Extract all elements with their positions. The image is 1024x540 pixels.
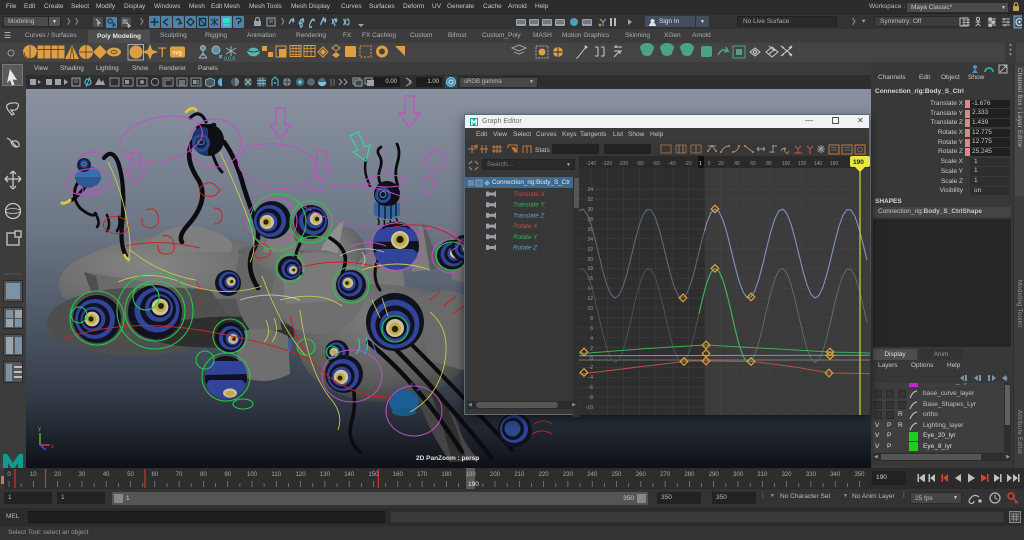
svg-text:190: 190 [468, 481, 479, 488]
svg-text:210: 210 [514, 472, 525, 478]
svg-text:290: 290 [709, 472, 720, 478]
svg-text:340: 340 [830, 472, 841, 478]
svg-text:310: 310 [757, 472, 768, 478]
svg-text:240: 240 [587, 472, 598, 478]
svg-text:40: 40 [734, 161, 740, 167]
svg-text:130: 130 [320, 472, 331, 478]
svg-text:190: 190 [853, 159, 864, 166]
svg-text:10: 10 [30, 472, 37, 478]
svg-text:-120: -120 [602, 161, 612, 167]
svg-text:-100: -100 [618, 161, 628, 167]
svg-text:30: 30 [79, 472, 86, 478]
svg-text:Stats: Stats [535, 147, 551, 154]
svg-text:12: 12 [587, 296, 593, 302]
svg-text:90: 90 [224, 472, 231, 478]
svg-text:40: 40 [103, 472, 110, 478]
svg-text:350: 350 [854, 472, 865, 478]
svg-text:200: 200 [490, 472, 501, 478]
svg-text:-40: -40 [668, 161, 675, 167]
svg-text:80: 80 [200, 472, 207, 478]
svg-text:160: 160 [393, 472, 404, 478]
svg-text:2D PanZoom : persp: 2D PanZoom : persp [416, 455, 479, 462]
svg-text:250: 250 [611, 472, 622, 478]
svg-text:330: 330 [806, 472, 817, 478]
svg-text:x: x [51, 444, 54, 450]
svg-text:y: y [38, 426, 41, 432]
svg-text:60: 60 [750, 161, 756, 167]
svg-text:4: 4 [590, 336, 593, 342]
svg-text:60: 60 [151, 472, 158, 478]
svg-text:0: 0 [708, 161, 711, 167]
svg-text:170: 170 [417, 472, 428, 478]
svg-text:24: 24 [587, 237, 593, 243]
svg-text:100: 100 [782, 161, 791, 167]
svg-text:T: T [158, 44, 167, 60]
svg-text:120: 120 [798, 161, 807, 167]
svg-text:Rotate Z: Rotate Z [513, 245, 538, 252]
svg-text:1: 1 [699, 161, 702, 167]
svg-text:Translate X: Translate X [513, 191, 546, 198]
svg-text:150: 150 [368, 472, 379, 478]
svg-text:270: 270 [660, 472, 671, 478]
svg-text:180: 180 [441, 472, 452, 478]
svg-text:110: 110 [272, 472, 282, 478]
svg-text:8: 8 [590, 316, 593, 322]
svg-text:6: 6 [590, 326, 593, 332]
svg-text:-6: -6 [589, 385, 594, 391]
svg-text:30: 30 [587, 207, 593, 213]
svg-text:Translate Z: Translate Z [513, 212, 546, 219]
svg-text:-60: -60 [652, 161, 659, 167]
svg-text:32: 32 [587, 197, 593, 203]
svg-text:-4: -4 [589, 375, 594, 381]
svg-text:190: 190 [466, 472, 477, 478]
svg-text:260: 260 [636, 472, 647, 478]
svg-text:10: 10 [587, 306, 593, 312]
svg-text:160: 160 [830, 161, 839, 167]
svg-text:20: 20 [718, 161, 724, 167]
svg-text:80: 80 [766, 161, 772, 167]
svg-text:70: 70 [176, 472, 183, 478]
svg-text:Rotate Y: Rotate Y [513, 234, 538, 241]
svg-text:20: 20 [54, 472, 61, 478]
svg-text:220: 220 [539, 472, 550, 478]
svg-text:0: 0 [590, 356, 593, 362]
svg-text:230: 230 [563, 472, 574, 478]
svg-text:2: 2 [590, 346, 593, 352]
svg-text:-140: -140 [586, 161, 596, 167]
svg-text:120: 120 [296, 472, 307, 478]
svg-text:300: 300 [733, 472, 744, 478]
svg-text:100: 100 [247, 472, 258, 478]
svg-text:22: 22 [587, 247, 593, 253]
svg-text:140: 140 [344, 472, 355, 478]
svg-text:-10: -10 [586, 405, 593, 411]
svg-text:svg: svg [173, 51, 182, 57]
svg-text:34: 34 [587, 187, 593, 193]
svg-text:-2: -2 [589, 365, 594, 371]
svg-text:20: 20 [587, 257, 593, 263]
svg-text:320: 320 [782, 472, 793, 478]
svg-text:18: 18 [587, 266, 593, 272]
svg-text:140: 140 [814, 161, 823, 167]
svg-text:-8: -8 [589, 395, 594, 401]
svg-text:Translate Y: Translate Y [513, 202, 545, 209]
svg-text:-20: -20 [684, 161, 691, 167]
svg-text:50: 50 [127, 472, 134, 478]
svg-text:Rotate X: Rotate X [513, 223, 538, 230]
svg-text:-80: -80 [636, 161, 643, 167]
svg-text:280: 280 [684, 472, 695, 478]
